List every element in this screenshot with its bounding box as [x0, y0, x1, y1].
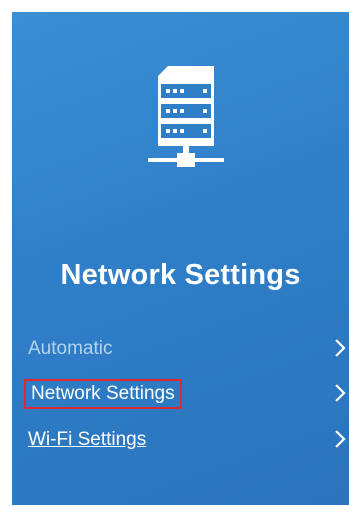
chevron-right-icon — [335, 384, 346, 402]
menu-item-label: Network Settings — [24, 379, 182, 409]
menu-item-label: Automatic — [28, 338, 113, 359]
page-title: Network Settings — [60, 259, 301, 291]
menu-item-label: Wi-Fi Settings — [28, 429, 147, 450]
network-server-icon — [148, 66, 224, 167]
menu-item-network-settings[interactable]: Network Settings — [24, 377, 349, 411]
menu-item-wifi-settings[interactable]: Wi-Fi Settings — [24, 423, 349, 457]
chevron-right-icon — [335, 339, 346, 357]
menu-item-automatic[interactable]: Automatic — [24, 332, 349, 366]
network-settings-panel: Network Settings Automatic Network Setti… — [12, 12, 349, 505]
chevron-right-icon — [335, 430, 346, 448]
